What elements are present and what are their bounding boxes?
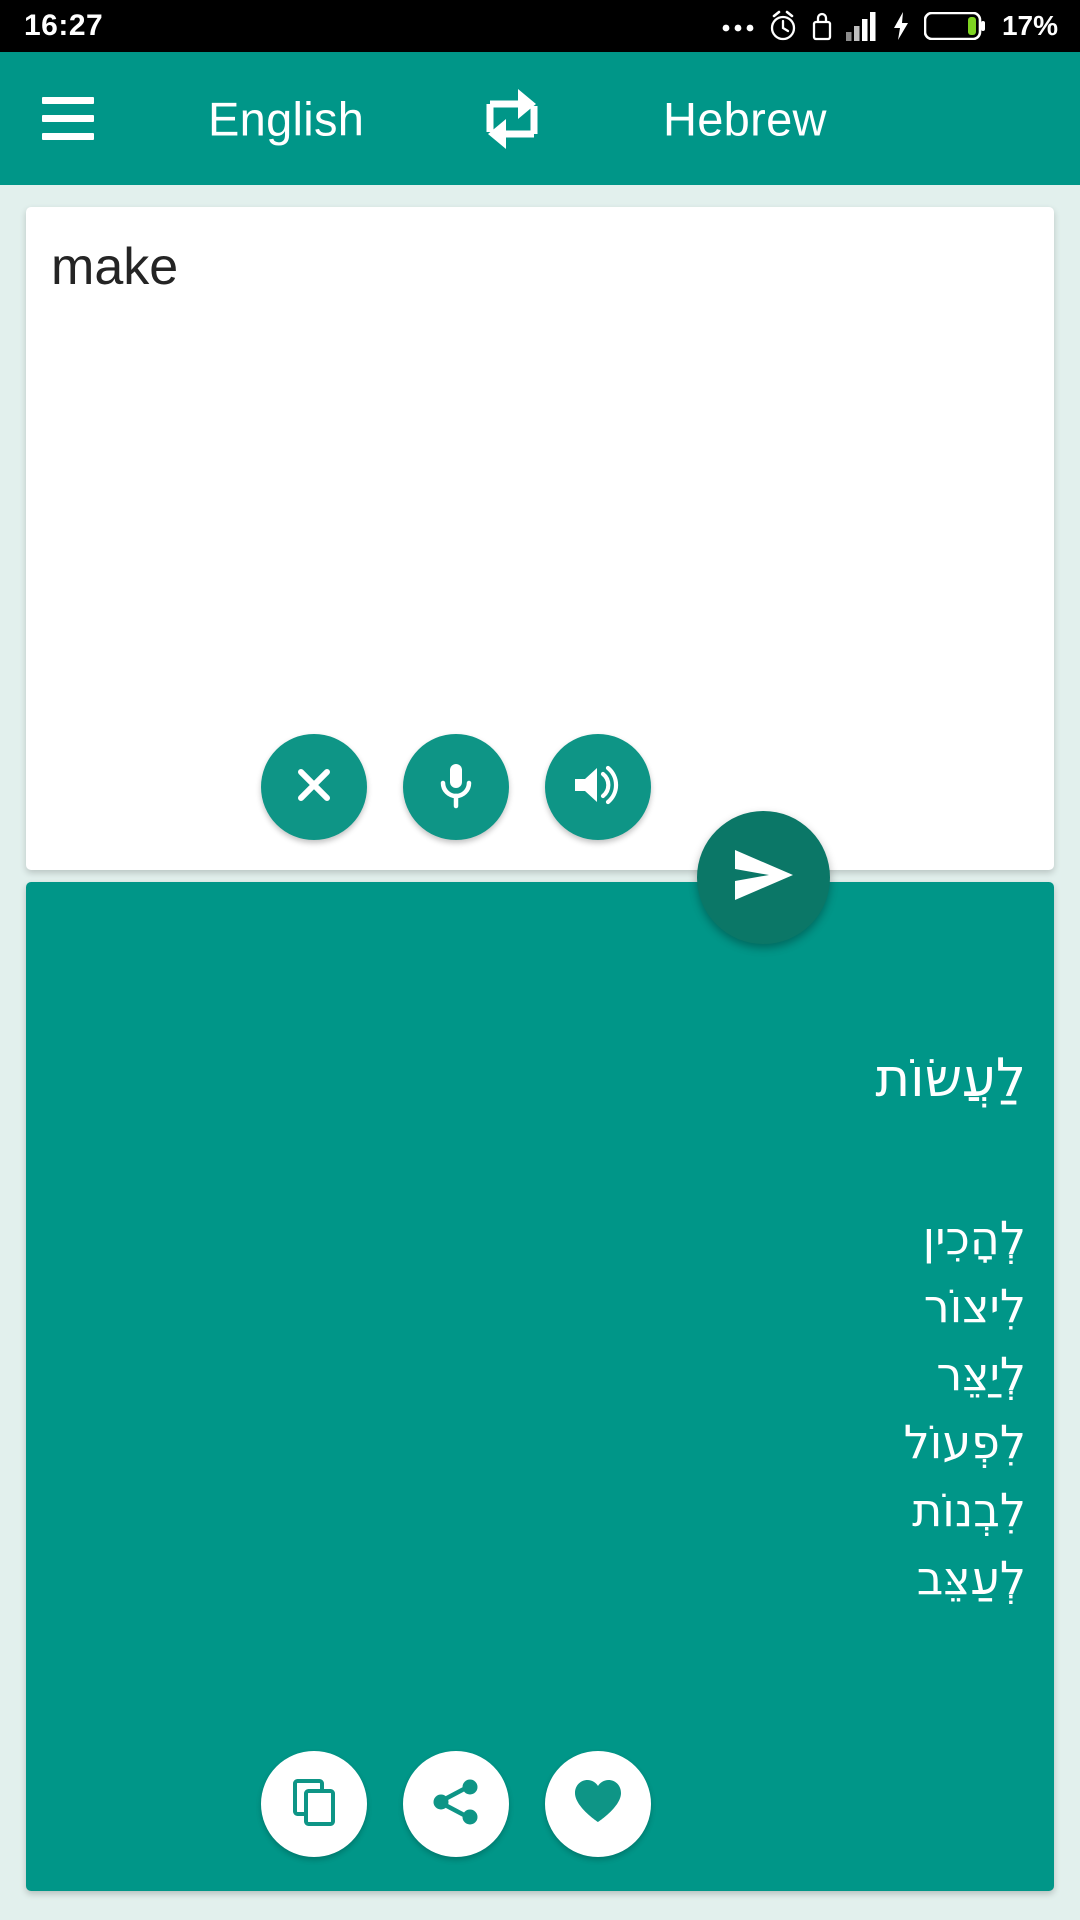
alternative-translations-list: לְהָכִין לִיצוֹר לְיַצֵּר לִפְעוֹל לִבְנ… [54,1204,1026,1612]
signal-bars-icon [845,11,878,41]
close-icon [290,761,338,814]
menu-line-1 [42,97,94,104]
app-toolbar: English Hebrew [0,52,1080,185]
more-dots-icon [721,20,755,32]
speak-source-button[interactable] [545,734,651,840]
list-item[interactable]: לְיַצֵּר [54,1340,1026,1408]
list-item[interactable]: לְעַצֵּב [54,1544,1026,1612]
alarm-clock-icon [768,10,798,42]
list-item[interactable]: לִיצוֹר [54,1272,1026,1340]
copy-icon [288,1776,340,1833]
status-bar-icons: 17% [721,10,1058,42]
hamburger-menu-icon[interactable] [20,71,116,167]
swap-languages-icon[interactable] [475,82,549,156]
main-content: make לַעֲשׂוֹת לְהָכִין לִיצוֹר לְיַצֵּר… [0,185,1080,1920]
voice-input-button[interactable] [403,734,509,840]
charging-bolt-icon [891,11,911,41]
menu-line-3 [42,133,94,140]
list-item[interactable]: לִפְעוֹל [54,1408,1026,1476]
source-actions-row [26,734,1054,840]
status-bar: 16:27 17% [0,0,1080,52]
clear-button[interactable] [261,734,367,840]
source-text-input[interactable]: make [51,235,1029,300]
send-button[interactable] [697,811,830,944]
result-actions-row [26,1751,1054,1857]
list-item[interactable]: לְהָכִין [54,1204,1026,1272]
share-button[interactable] [403,1751,509,1857]
heart-icon [571,1777,625,1832]
copy-button[interactable] [261,1751,367,1857]
share-icon [430,1776,482,1833]
battery-icon [923,12,986,40]
status-bar-clock: 16:27 [24,9,104,42]
lock-icon [811,11,833,42]
microphone-icon [432,759,480,816]
speaker-icon [571,761,625,814]
source-language-selector[interactable]: English [208,91,364,146]
menu-line-2 [42,115,94,122]
source-text-card: make [26,207,1054,870]
send-icon [729,844,799,911]
favorite-button[interactable] [545,1751,651,1857]
battery-percentage: 17% [1001,10,1058,41]
list-item[interactable]: לִבְנוֹת [54,1476,1026,1544]
translation-result-card: לַעֲשׂוֹת לְהָכִין לִיצוֹר לְיַצֵּר לִפְ… [26,882,1054,1891]
main-translation-text[interactable]: לַעֲשׂוֹת [54,1047,1026,1111]
target-language-selector[interactable]: Hebrew [663,91,827,146]
